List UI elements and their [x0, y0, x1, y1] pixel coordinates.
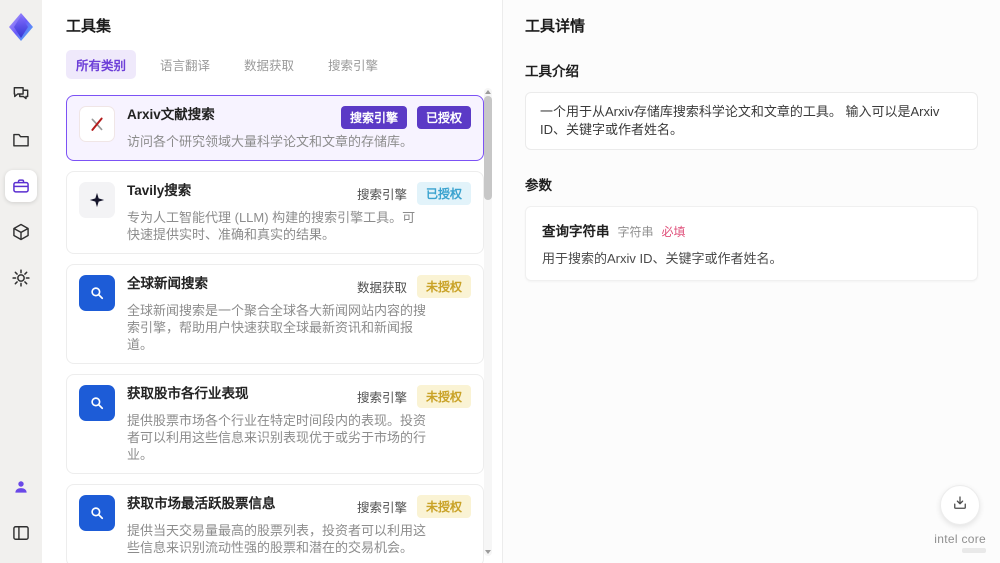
category-label: 搜索引擎 [356, 501, 407, 515]
param-type: 字符串 [617, 225, 654, 239]
app-logo-gem-icon [8, 12, 34, 42]
page-title: 工具集 [66, 18, 112, 35]
tool-description: 访问各个研究领域大量科学论文和文章的存储库。 [127, 134, 414, 149]
download-icon [951, 494, 969, 517]
tab-search-engine[interactable]: 搜索引擎 [318, 50, 388, 79]
param-required-flag: 必填 [661, 225, 686, 239]
tool-card-arxiv[interactable]: Arxiv文献搜索 搜索引擎 已授权 访问各个研究领域大量科学论文和文章的存储库… [66, 95, 484, 161]
category-badge: 搜索引擎 [340, 106, 407, 129]
detail-title: 工具详情 [525, 18, 586, 35]
tool-card-sector-performance[interactable]: 获取股市各行业表现 搜索引擎 未授权 提供股票市场各个行业在特定时间段内的表现。… [66, 374, 484, 474]
sidebar [0, 0, 42, 563]
tool-name: Arxiv文献搜索 [127, 107, 215, 122]
parameter-card: 查询字符串 字符串 必填 用于搜索的Arxiv ID、关键字或作者姓名。 [525, 206, 978, 281]
user-avatar-icon[interactable] [5, 471, 37, 503]
auth-status-badge: 未授权 [416, 385, 471, 408]
list-scrollbar [484, 88, 492, 556]
auth-status-badge: 未授权 [416, 495, 471, 518]
chat-icon[interactable] [5, 78, 37, 110]
folder-icon[interactable] [5, 124, 37, 156]
arxiv-logo-icon [79, 106, 115, 142]
tool-description: 全球新闻搜索是一个聚合全球各大新闻网站内容的搜索引擎，帮助用户快速获取全球最新资… [127, 303, 427, 352]
tool-name: Tavily搜索 [127, 183, 192, 198]
toolset-panel: 工具集 所有类别 语言翻译 数据获取 搜索引擎 Arxiv文献搜索 搜索引擎 已… [42, 0, 502, 563]
scrollbar-thumb[interactable] [484, 96, 492, 200]
tool-description: 提供当天交易量最高的股票列表，投资者可以利用这些信息来识别流动性强的股票和潜在的… [127, 523, 427, 555]
tool-detail-panel: 工具详情 工具介绍 一个用于从Arxiv存储库搜索科学论文和文章的工具。 输入可… [502, 0, 1000, 563]
params-heading: 参数 [525, 178, 552, 193]
tab-all-categories[interactable]: 所有类别 [66, 50, 137, 79]
tab-data-fetch[interactable]: 数据获取 [234, 50, 304, 79]
tool-name: 获取市场最活跃股票信息 [127, 496, 276, 511]
param-name: 查询字符串 [542, 224, 610, 239]
tool-card-tavily[interactable]: Tavily搜索 搜索引擎 已授权 专为人工智能代理 (LLM) 构建的搜索引擎… [66, 171, 484, 254]
tool-name: 获取股市各行业表现 [127, 386, 249, 401]
tool-card-active-stocks[interactable]: 获取市场最活跃股票信息 搜索引擎 未授权 提供当天交易量最高的股票列表，投资者可… [66, 484, 484, 563]
app-window: 工具集 所有类别 语言翻译 数据获取 搜索引擎 Arxiv文献搜索 搜索引擎 已… [0, 0, 1000, 563]
search-app-icon [79, 495, 115, 531]
corner-widgets: intel core [934, 485, 986, 553]
tavily-star-icon [79, 182, 115, 218]
auth-status-badge: 已授权 [416, 182, 471, 205]
category-label: 数据获取 [356, 281, 407, 295]
brand-accent-bar [962, 548, 986, 553]
scroll-down-arrow-icon[interactable] [485, 550, 491, 554]
param-description: 用于搜索的Arxiv ID、关键字或作者姓名。 [542, 251, 783, 266]
category-label: 搜索引擎 [356, 391, 407, 405]
tool-description: 提供股票市场各个行业在特定时间段内的表现。投资者可以利用这些信息来识别表现优于或… [127, 413, 427, 462]
tab-language-translation[interactable]: 语言翻译 [150, 50, 220, 79]
search-app-icon [79, 385, 115, 421]
download-button[interactable] [940, 485, 981, 525]
tool-name: 全球新闻搜索 [127, 276, 208, 291]
settings-gear-icon[interactable] [5, 262, 37, 294]
scroll-up-arrow-icon[interactable] [485, 90, 491, 94]
tool-list: Arxiv文献搜索 搜索引擎 已授权 访问各个研究领域大量科学论文和文章的存储库… [66, 95, 484, 563]
category-label: 搜索引擎 [356, 188, 407, 202]
cube-icon[interactable] [5, 216, 37, 248]
auth-status-badge: 未授权 [416, 275, 471, 298]
intel-core-logo: intel core [934, 532, 986, 546]
tool-description: 专为人工智能代理 (LLM) 构建的搜索引擎工具。可快速提供实时、准确和真实的结… [127, 210, 416, 242]
auth-status-badge: 已授权 [416, 106, 471, 129]
search-app-icon [79, 275, 115, 311]
tool-intro-text: 一个用于从Arxiv存储库搜索科学论文和文章的工具。 输入可以是Arxiv ID… [525, 92, 978, 150]
toolbox-icon[interactable] [5, 170, 37, 202]
intro-heading: 工具介绍 [525, 64, 579, 79]
tool-card-global-news[interactable]: 全球新闻搜索 数据获取 未授权 全球新闻搜索是一个聚合全球各大新闻网站内容的搜索… [66, 264, 484, 364]
panel-toggle-icon[interactable] [5, 517, 37, 549]
category-tabs: 所有类别 语言翻译 数据获取 搜索引擎 [66, 50, 502, 79]
